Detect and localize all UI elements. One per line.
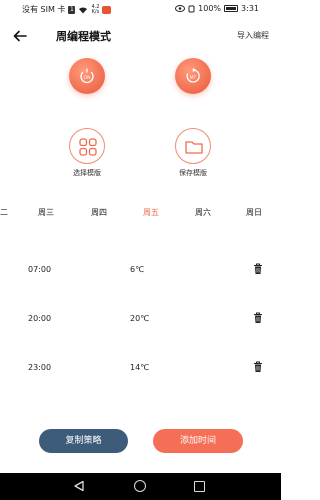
schedule-row[interactable]: 07:00 6℃: [0, 262, 281, 278]
power-on-button[interactable]: ON: [69, 58, 105, 94]
battery-percent: 100%: [198, 4, 222, 13]
schedule-time: 20:00: [28, 314, 52, 323]
nav-back-icon[interactable]: [73, 480, 85, 492]
mt-icon: MT: [186, 68, 200, 83]
eye-icon: [175, 5, 186, 12]
app-header: 周编程模式 导入编程: [0, 22, 281, 50]
tab-thursday[interactable]: 周四: [91, 207, 107, 218]
trash-icon[interactable]: [253, 312, 263, 324]
schedule-row[interactable]: 23:00 14℃: [0, 360, 281, 376]
battery-icon: [224, 5, 239, 12]
tab-friday[interactable]: 周五: [143, 207, 159, 218]
weekday-tabs: 二 周三 周四 周五 周六 周日: [0, 207, 281, 221]
tab-wednesday[interactable]: 周三: [38, 207, 54, 218]
alarm-icon: [188, 5, 195, 12]
network-speed: 4.2 K/s: [91, 4, 100, 15]
mt-label: MT: [190, 75, 197, 81]
trash-icon[interactable]: [253, 361, 263, 373]
copy-strategy-button[interactable]: 复制策略: [39, 429, 128, 453]
trash-icon[interactable]: [253, 263, 263, 275]
schedule-time: 07:00: [28, 265, 52, 274]
tab-sunday[interactable]: 周日: [246, 207, 262, 218]
schedule-temp: 14℃: [130, 363, 150, 372]
status-right: 100% 3:31: [175, 4, 259, 13]
arrow-left-icon[interactable]: [12, 28, 28, 44]
schedule-time: 23:00: [28, 363, 52, 372]
wifi-icon: [79, 6, 88, 13]
speed-unit: K/s: [91, 8, 100, 15]
page-title: 周编程模式: [56, 30, 111, 43]
save-template-label: 保存模版: [179, 169, 207, 177]
schedule-temp: 6℃: [130, 265, 145, 274]
add-time-button[interactable]: 添加时间: [153, 429, 243, 453]
select-template-button[interactable]: [69, 128, 105, 164]
grid-icon: [79, 138, 97, 156]
tab-saturday[interactable]: 周六: [195, 207, 211, 218]
on-label: ON: [84, 75, 91, 81]
carrier-text: 没有 SIM 卡: [22, 5, 66, 14]
nav-recent-icon[interactable]: [194, 481, 205, 492]
schedule-temp: 20℃: [130, 314, 150, 323]
system-nav-bar: [0, 473, 281, 500]
select-template-label: 选择模版: [73, 169, 101, 177]
status-bar: 没有 SIM 卡 1 4.2 K/s 100% 3:31: [0, 0, 281, 18]
manual-mode-button[interactable]: MT: [175, 58, 211, 94]
clock-time: 3:31: [241, 4, 259, 13]
schedule-row[interactable]: 20:00 20℃: [0, 311, 281, 327]
nav-home-icon[interactable]: [134, 480, 146, 492]
tab-tuesday[interactable]: 二: [0, 207, 8, 218]
import-program-button[interactable]: 导入编程: [237, 30, 269, 41]
app-notification-icon: [102, 5, 112, 14]
power-icon: ON: [80, 68, 94, 84]
save-template-button[interactable]: [175, 128, 211, 164]
folder-icon: [185, 141, 203, 154]
sim-badge-icon: 1: [68, 5, 76, 14]
status-left: 没有 SIM 卡 1 4.2 K/s: [22, 4, 112, 15]
